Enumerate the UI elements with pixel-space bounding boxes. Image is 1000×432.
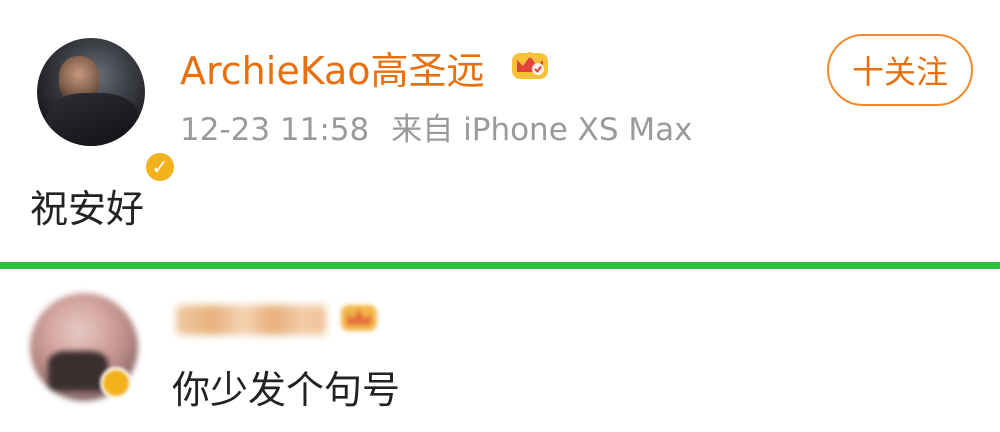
- crown-badge-icon[interactable]: [508, 45, 552, 83]
- green-divider: [0, 262, 1000, 269]
- commenter-crown-icon: [341, 305, 377, 331]
- comment-text: 你少发个句号: [172, 368, 401, 412]
- username[interactable]: ArchieKao高圣远: [180, 40, 484, 95]
- post-timestamp: 12-23 11:58: [180, 112, 370, 148]
- avatar-image: [37, 38, 145, 146]
- post-text: 祝安好: [30, 187, 145, 231]
- post-source: 来自 iPhone XS Max: [391, 112, 693, 148]
- follow-button[interactable]: 十关注: [827, 34, 973, 106]
- verified-badge-icon: ✓: [143, 150, 177, 184]
- commenter-verified-icon: [100, 367, 132, 399]
- post-card: ✓ ArchieKao高圣远 12-23 11:58 来自 iPhone XS M…: [0, 0, 1000, 262]
- commenter-name-blurred[interactable]: [176, 305, 326, 335]
- comment-item: 你少发个句号: [0, 269, 1000, 432]
- post-meta: 12-23 11:58 来自 iPhone XS Max: [180, 104, 693, 149]
- weibo-screenshot: ✓ ArchieKao高圣远 12-23 11:58 来自 iPhone XS M…: [0, 0, 1000, 432]
- user-avatar[interactable]: ✓: [37, 38, 177, 184]
